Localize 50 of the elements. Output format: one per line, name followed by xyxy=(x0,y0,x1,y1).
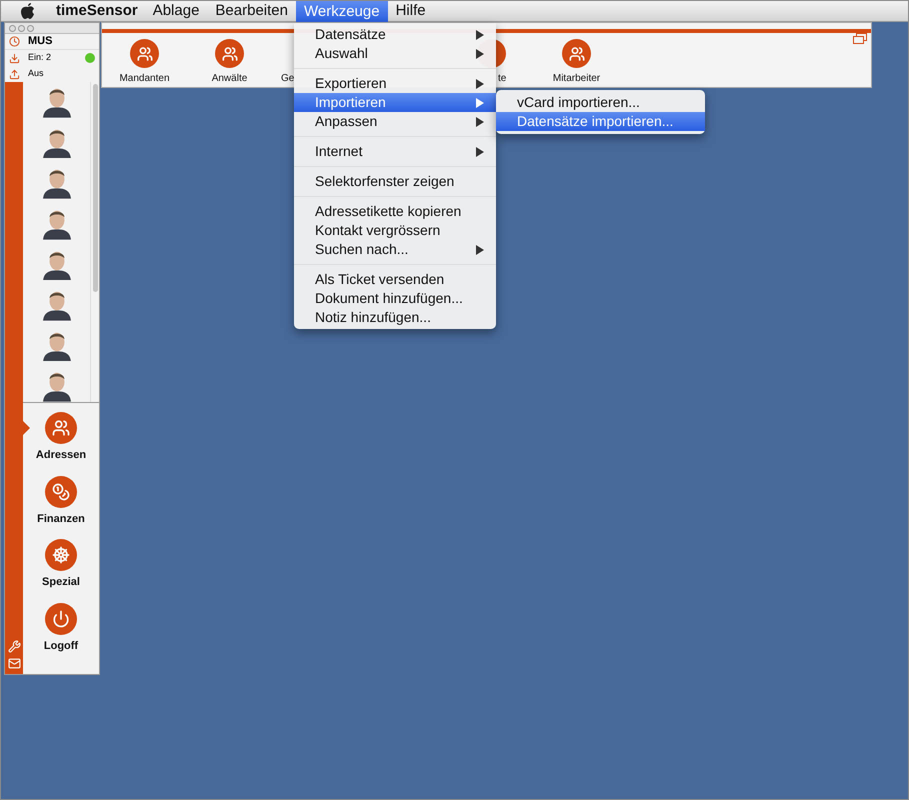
menu-title[interactable]: Hilfe xyxy=(388,1,434,22)
toolbar-label[interactable]: Ge xyxy=(272,39,295,86)
menu-item[interactable]: Notiz hinzufügen... xyxy=(294,308,496,327)
menu-item[interactable]: Adressetikette kopieren xyxy=(294,202,496,221)
ship-wheel-icon xyxy=(45,539,77,571)
menu-item[interactable]: Datensätze xyxy=(294,25,496,44)
apple-icon[interactable] xyxy=(21,3,35,19)
app-name[interactable]: timeSensor xyxy=(49,1,145,22)
scrollbar[interactable] xyxy=(90,82,99,402)
menu-item[interactable]: Exportieren xyxy=(294,74,496,93)
people-icon xyxy=(215,39,244,68)
mail-icon[interactable] xyxy=(8,657,20,670)
incoming-count: Ein: 2 xyxy=(28,51,52,64)
outbox-icon xyxy=(9,68,20,80)
menu-title[interactable]: Werkzeuge xyxy=(296,1,388,22)
toolbar-button[interactable]: Anwälte xyxy=(187,39,272,86)
menu-item[interactable]: Als Ticket versenden xyxy=(294,270,496,289)
avatar-icon xyxy=(40,289,72,321)
menu-item[interactable]: Datensätze importieren... xyxy=(496,112,705,131)
nav-button[interactable]: Finanzen xyxy=(37,476,85,527)
wrench-icon[interactable] xyxy=(8,640,20,653)
menu-item[interactable]: Suchen nach... xyxy=(294,240,496,259)
user-label: MUS xyxy=(28,34,52,50)
clock-icon xyxy=(9,36,20,47)
menu-item[interactable]: Selektorfenster zeigen xyxy=(294,172,496,191)
avatar-icon xyxy=(40,167,72,199)
menu-title[interactable]: Ablage xyxy=(144,1,208,22)
avatar-icon xyxy=(40,86,72,118)
avatar-icon xyxy=(40,370,72,402)
menu-item[interactable]: Importieren xyxy=(294,93,496,112)
people-icon xyxy=(130,39,159,68)
nav-button[interactable]: Spezial xyxy=(42,539,80,590)
people-icon xyxy=(44,412,77,444)
menu-item[interactable]: Dokument hinzufügen... xyxy=(294,289,496,308)
people-icon xyxy=(562,39,591,68)
nav-button[interactable]: Logoff xyxy=(44,602,78,654)
menu-item[interactable]: vCard importieren... xyxy=(496,93,705,112)
inbox-icon xyxy=(9,52,20,64)
outgoing-label: Aus xyxy=(28,67,44,80)
menu-item[interactable]: Auswahl xyxy=(294,44,496,63)
nav-button[interactable]: Adressen xyxy=(36,412,86,464)
menu-item[interactable]: Kontakt vergrössern xyxy=(294,221,496,240)
windows-icon[interactable] xyxy=(853,33,867,44)
power-icon xyxy=(44,602,77,634)
toolbar-button[interactable]: Mitarbeiter xyxy=(534,39,619,86)
menu-title[interactable]: Bearbeiten xyxy=(207,1,296,22)
coins-icon xyxy=(44,476,77,508)
menu-item[interactable]: Internet xyxy=(294,142,496,161)
menu-item[interactable]: Anpassen xyxy=(294,112,496,131)
toolbar-button[interactable]: Mandanten xyxy=(102,39,187,86)
